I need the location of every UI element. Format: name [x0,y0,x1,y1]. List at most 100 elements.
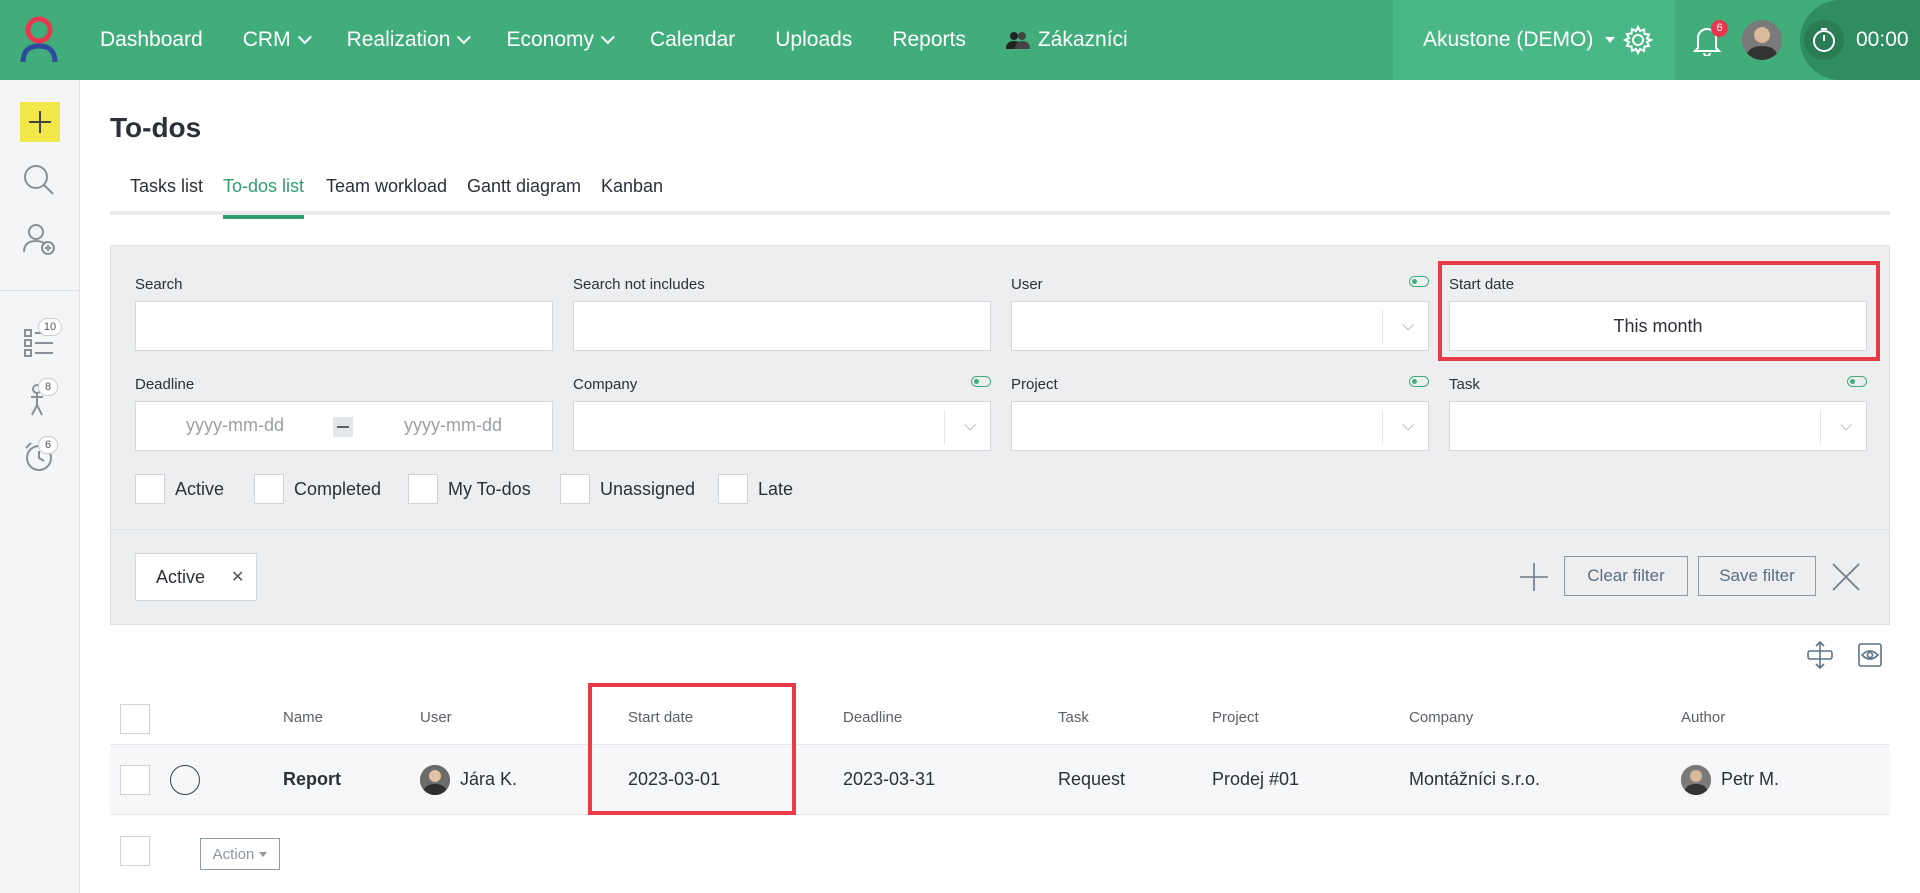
chevron-down-icon [1382,410,1428,444]
user-avatar-small [420,765,450,795]
people-icon [1005,32,1030,49]
column-name[interactable]: Name [283,709,323,726]
nav-uploads[interactable]: Uploads [775,28,852,52]
checkbox-late[interactable] [718,474,748,504]
page-title: To-dos [110,112,202,143]
footer-select-checkbox[interactable] [120,836,150,866]
complete-circle-button[interactable] [170,765,200,795]
add-button[interactable] [20,102,60,142]
company-select[interactable] [573,401,991,451]
nav-reports[interactable]: Reports [892,28,966,52]
sidebar: 10 8 6 [0,80,80,893]
checkbox-completed[interactable] [254,474,284,504]
column-project[interactable]: Project [1212,709,1259,726]
nav-economy[interactable]: Economy [506,28,615,52]
tab-kanban[interactable]: Kanban [601,176,663,215]
range-dash-icon [333,417,353,437]
row-project[interactable]: Prodej #01 [1212,769,1299,790]
nav-label: Dashboard [100,28,203,51]
task-label: Task [1449,376,1480,393]
user-label: User [1011,276,1043,293]
column-deadline[interactable]: Deadline [843,709,902,726]
time-tracker[interactable]: 00:00 [1800,0,1920,80]
deadline-to-input[interactable]: yyyy-mm-dd [404,415,502,436]
company-label: Company [573,376,638,393]
checkbox-late-label: Late [758,479,794,499]
user-select[interactable] [1011,301,1429,351]
eye-icon[interactable] [1855,640,1885,675]
app-logo-icon[interactable] [20,16,58,64]
column-task[interactable]: Task [1058,709,1089,726]
search-icon[interactable] [22,163,56,202]
start-date-highlight [1438,261,1880,361]
project-toggle-icon[interactable] [1409,376,1429,387]
row-name[interactable]: Report [283,769,341,790]
user-avatar[interactable] [1742,20,1782,60]
chevron-down-icon [600,30,615,45]
filter-divider [111,529,1889,530]
tab-tasks-list[interactable]: Tasks list [130,176,203,215]
clear-filter-button[interactable]: Clear filter [1564,556,1688,596]
row-height-icon[interactable] [1805,640,1835,675]
notification-badge: 6 [1711,20,1728,37]
close-icon[interactable]: ✕ [231,567,244,587]
checkbox-unassigned-label: Unassigned [600,479,696,499]
reminders-count-badge: 6 [38,436,58,454]
search-input[interactable] [135,301,553,351]
caret-down-icon [1605,37,1616,43]
gear-icon[interactable] [1622,24,1654,61]
tab-bar: Tasks list To-dos list Team workload Gan… [110,170,1890,219]
action-label: Action [212,845,255,863]
add-filter-plus-icon[interactable] [1519,562,1549,597]
nav-label: Zákazníci [1037,28,1128,51]
nav-zakaznici[interactable]: Zákazníci [1005,28,1128,52]
column-company[interactable]: Company [1409,709,1473,726]
add-user-icon[interactable] [22,222,56,261]
column-author[interactable]: Author [1681,709,1725,726]
nav-label: Calendar [650,28,736,51]
checkbox-my-todos-label: My To-dos [448,479,531,499]
account-name: Akustone (DEMO) [1423,28,1594,51]
deadline-range: yyyy-mm-dd yyyy-mm-dd [135,401,553,451]
filter-panel: Search Search not includes User Start da… [110,245,1890,625]
tasks-count-badge: 8 [38,378,58,396]
select-all-checkbox[interactable] [120,704,150,734]
nav-dashboard[interactable]: Dashboard [100,28,203,52]
deadline-label: Deadline [135,376,195,393]
chevron-down-icon [1820,410,1866,444]
nav-realization[interactable]: Realization [346,28,472,52]
tab-gantt-diagram[interactable]: Gantt diagram [467,176,581,215]
nav-label: Reports [892,28,966,51]
company-toggle-icon[interactable] [971,376,991,387]
action-dropdown-button[interactable]: Action [200,838,280,870]
deadline-from-input[interactable]: yyyy-mm-dd [186,415,284,436]
row-user: Jára K. [460,769,518,789]
sidebar-divider [0,290,80,291]
tab-team-workload[interactable]: Team workload [326,176,447,215]
row-company[interactable]: Montážníci s.r.o. [1409,769,1540,790]
search-label: Search [135,276,183,293]
active-filter-chip: Active ✕ [135,553,257,601]
task-toggle-icon[interactable] [1847,376,1867,387]
checkbox-unassigned[interactable] [560,474,590,504]
checkbox-active[interactable] [135,474,165,504]
row-deadline: 2023-03-31 [843,769,936,789]
save-filter-button[interactable]: Save filter [1698,556,1816,596]
close-filter-icon[interactable] [1831,562,1861,597]
nav-crm[interactable]: CRM [243,28,312,52]
table-row[interactable] [110,745,1890,815]
user-toggle-icon[interactable] [1409,276,1429,287]
tab-todos-list[interactable]: To-dos list [223,176,305,219]
column-user[interactable]: User [420,709,452,726]
search-not-input[interactable] [573,301,991,351]
row-checkbox[interactable] [120,765,150,795]
nav-label: Realization [346,28,451,51]
nav-calendar[interactable]: Calendar [650,28,735,52]
chevron-down-icon [457,30,472,45]
caret-down-icon [259,851,268,857]
task-select[interactable] [1449,401,1867,451]
project-select[interactable] [1011,401,1429,451]
row-task[interactable]: Request [1058,769,1125,790]
checkbox-my-todos[interactable] [408,474,438,504]
chevron-down-icon [944,410,990,444]
